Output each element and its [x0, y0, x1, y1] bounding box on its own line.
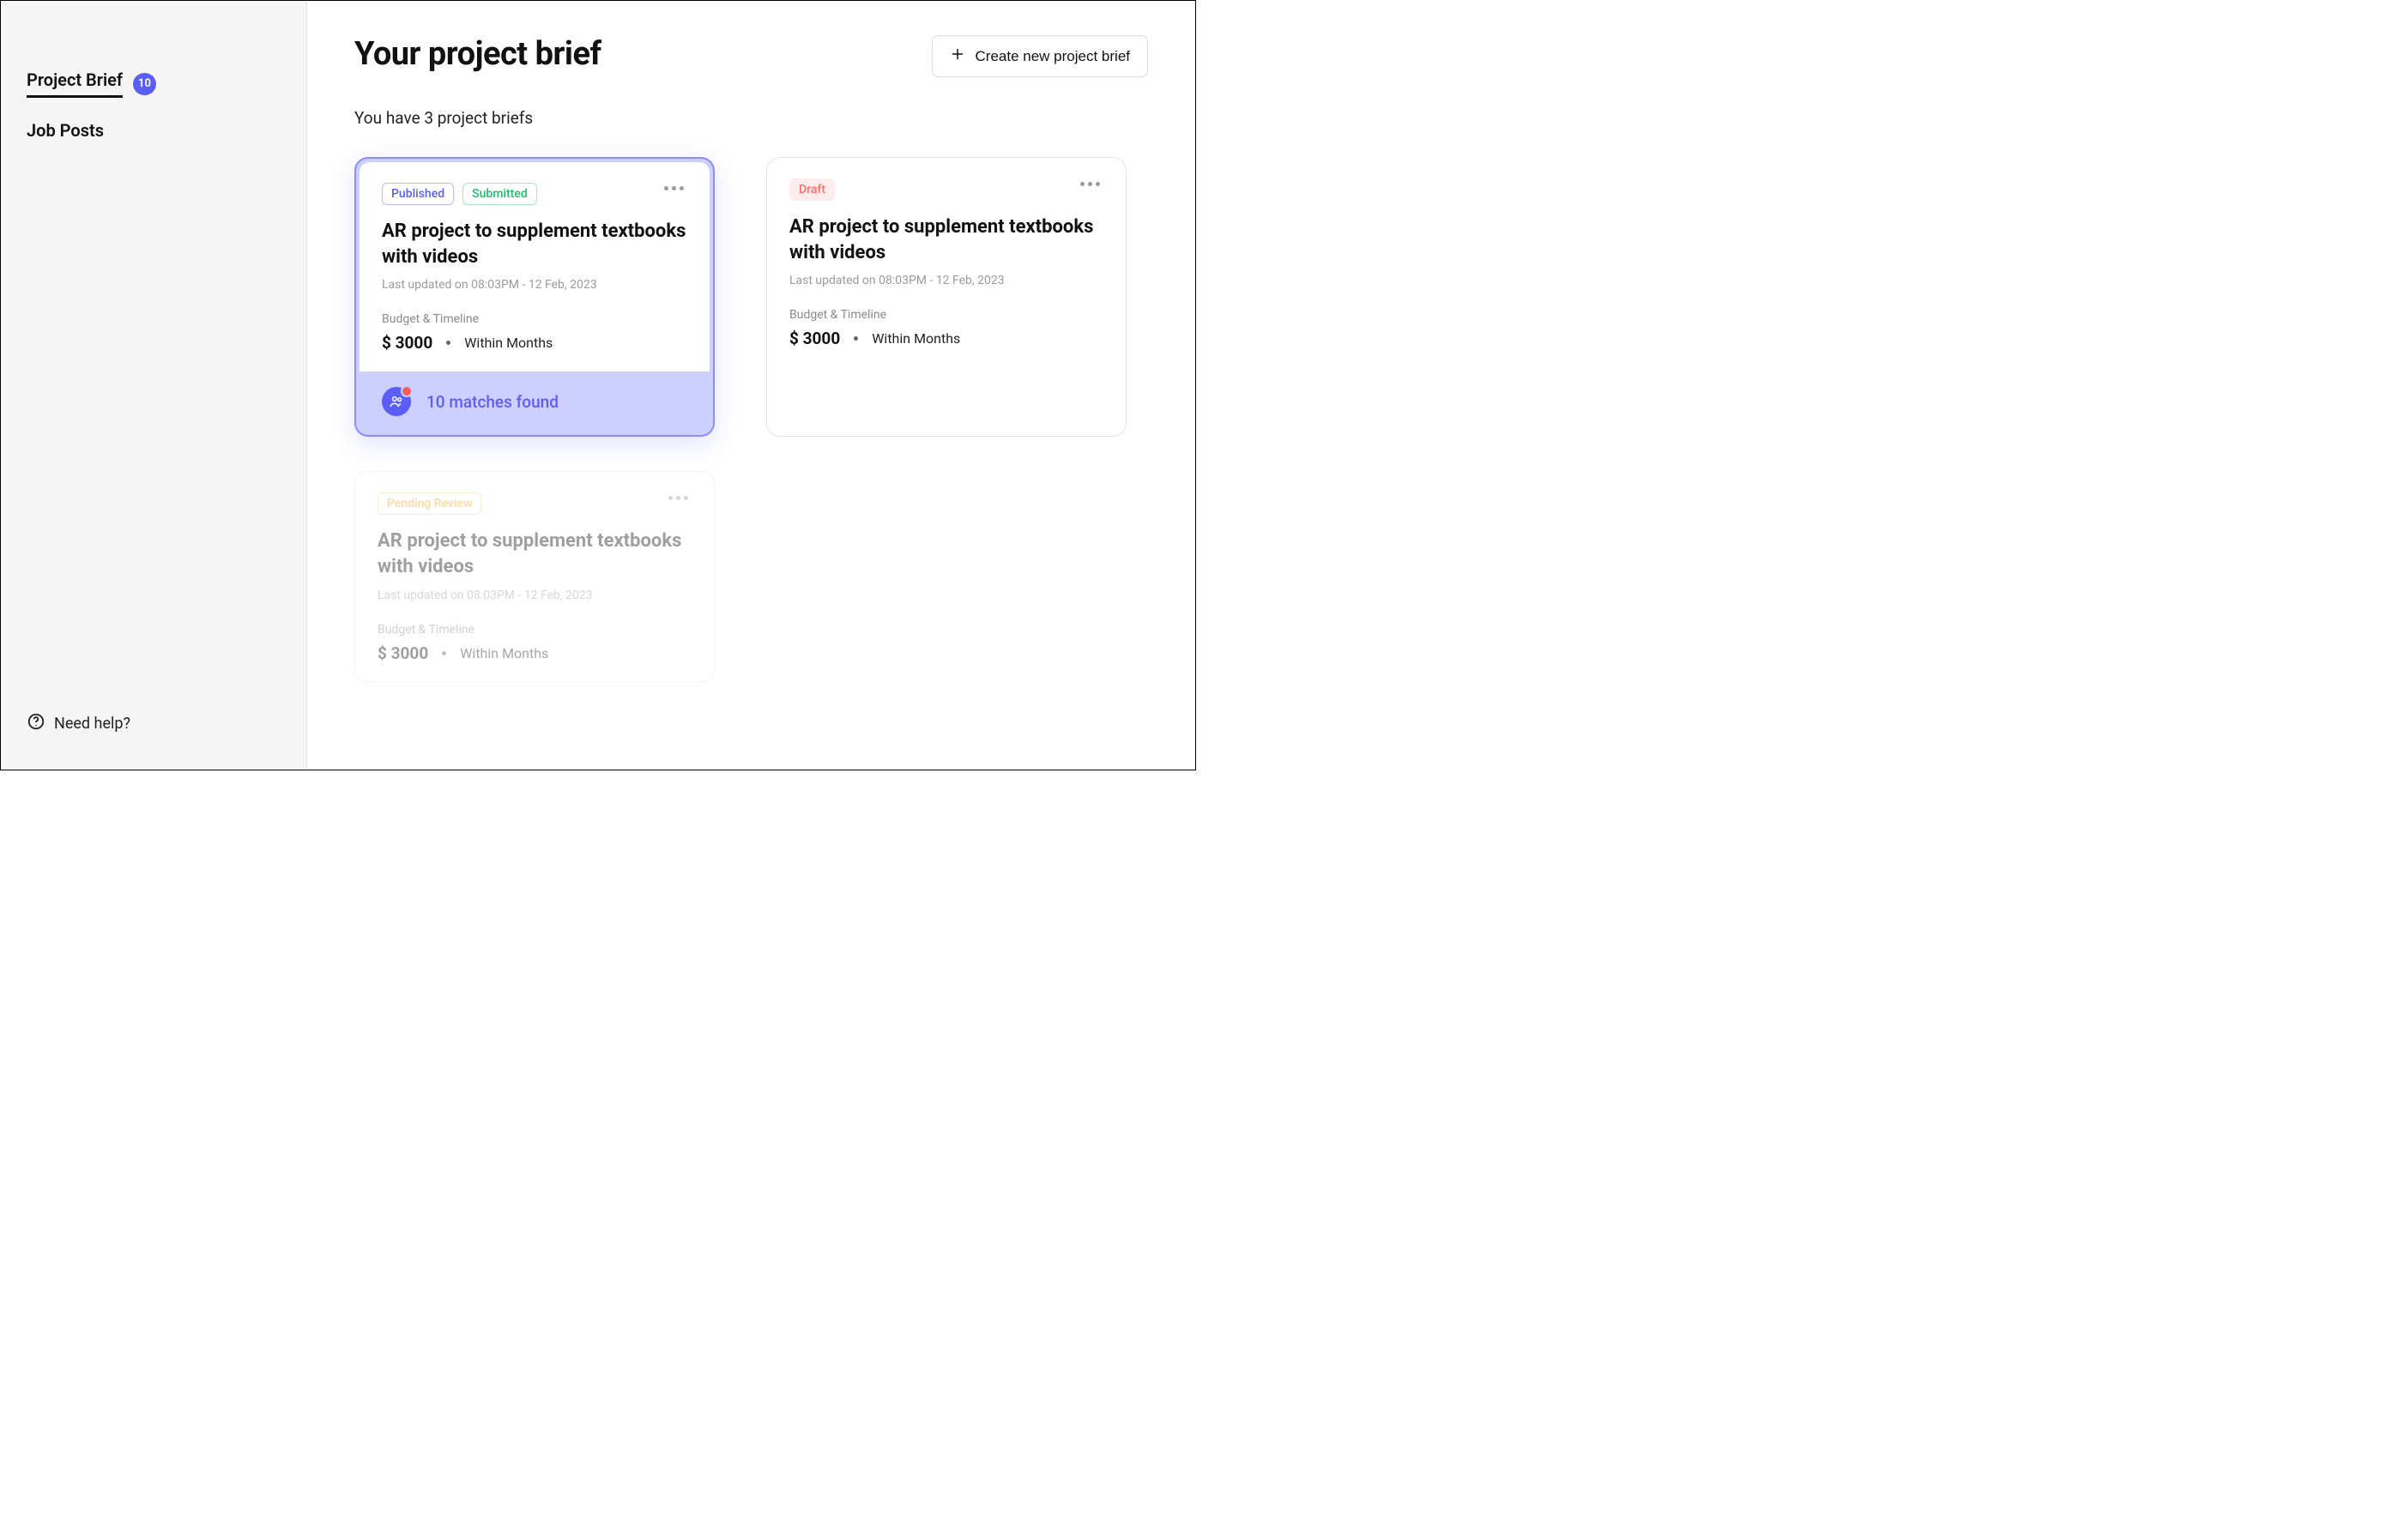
need-help-link[interactable]: Need help?: [27, 712, 130, 735]
card-section-label: Budget & Timeline: [378, 623, 692, 637]
subtitle-text: You have 3 project briefs: [354, 108, 1148, 128]
matches-text: 10 matches found: [426, 392, 559, 412]
sidebar-item-count-badge: 10: [133, 73, 156, 95]
more-icon: [664, 186, 668, 190]
need-help-label: Need help?: [54, 715, 130, 733]
sidebar-item-label: Project Brief: [27, 69, 123, 98]
card-body: Pending Review AR project to supplement …: [355, 472, 714, 681]
project-card[interactable]: Published Submitted AR project to supple…: [354, 157, 715, 437]
card-badges: Published Submitted: [382, 183, 537, 205]
card-section-label: Budget & Timeline: [789, 308, 1103, 322]
card-title: AR project to supplement textbooks with …: [378, 528, 692, 579]
cards-grid: Published Submitted AR project to supple…: [354, 157, 1148, 683]
card-more-button[interactable]: [665, 492, 692, 504]
card-top: Draft: [789, 178, 1103, 201]
project-card[interactable]: Draft AR project to supplement textbooks…: [766, 157, 1127, 437]
dot-separator: [446, 341, 450, 345]
card-updated-text: Last updated on 08:03PM - 12 Feb, 2023: [382, 278, 687, 292]
dot-separator: [442, 651, 446, 655]
status-badge: Submitted: [462, 183, 537, 205]
timeline-text: Within Months: [464, 335, 553, 351]
card-more-button[interactable]: [1077, 178, 1103, 190]
budget-amount: $ 3000: [789, 329, 840, 348]
card-footer[interactable]: 10 matches found: [360, 371, 710, 432]
budget-amount: $ 3000: [378, 643, 428, 663]
create-project-brief-button[interactable]: Create new project brief: [932, 35, 1148, 77]
page-title: Your project brief: [354, 35, 601, 73]
status-badge: Pending Review: [378, 492, 481, 515]
card-title: AR project to supplement textbooks with …: [789, 214, 1103, 265]
more-icon: [668, 496, 673, 500]
timeline-text: Within Months: [872, 330, 960, 347]
card-body: Draft AR project to supplement textbooks…: [767, 158, 1126, 367]
card-updated-text: Last updated on 08:03PM - 12 Feb, 2023: [789, 274, 1103, 287]
card-body: Published Submitted AR project to supple…: [360, 162, 710, 371]
card-badges: Pending Review: [378, 492, 481, 515]
people-icon: [382, 387, 411, 416]
more-icon: [1080, 182, 1085, 186]
card-top: Published Submitted: [382, 183, 687, 205]
sidebar: Project Brief 10 Job Posts Need help?: [1, 1, 307, 770]
plus-icon: [950, 46, 965, 66]
card-top: Pending Review: [378, 492, 692, 515]
help-icon: [27, 712, 45, 735]
sidebar-item-project-brief[interactable]: Project Brief 10: [27, 69, 306, 98]
card-budget-row: $ 3000 Within Months: [789, 329, 1103, 348]
project-card[interactable]: Pending Review AR project to supplement …: [354, 471, 715, 682]
card-more-button[interactable]: [661, 183, 687, 194]
sidebar-item-job-posts[interactable]: Job Posts: [27, 120, 306, 141]
card-badges: Draft: [789, 178, 835, 201]
card-updated-text: Last updated on 08:03PM - 12 Feb, 2023: [378, 589, 692, 602]
sidebar-item-label: Job Posts: [27, 120, 104, 141]
create-button-label: Create new project brief: [976, 48, 1130, 65]
card-section-label: Budget & Timeline: [382, 312, 687, 326]
main-content: Your project brief Create new project br…: [307, 1, 1195, 770]
timeline-text: Within Months: [460, 645, 548, 661]
status-badge: Published: [382, 183, 454, 205]
card-budget-row: $ 3000 Within Months: [378, 643, 692, 663]
status-badge: Draft: [789, 178, 835, 201]
card-title: AR project to supplement textbooks with …: [382, 219, 687, 269]
dot-separator: [854, 336, 858, 341]
budget-amount: $ 3000: [382, 333, 432, 353]
header-row: Your project brief Create new project br…: [354, 35, 1148, 77]
card-budget-row: $ 3000 Within Months: [382, 333, 687, 353]
